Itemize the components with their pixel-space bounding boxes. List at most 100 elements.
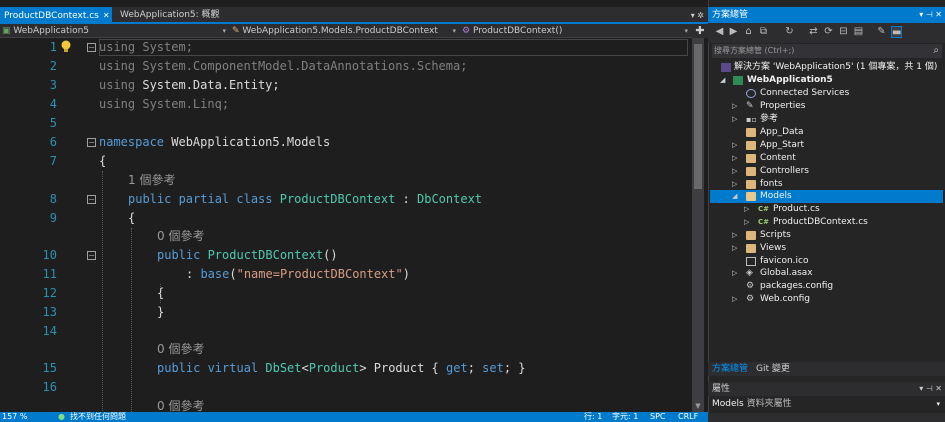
- tab-label: ProductDBContext.cs: [4, 11, 99, 21]
- tree-item-label: Properties: [760, 101, 806, 111]
- collapse-icon[interactable]: −: [87, 251, 96, 260]
- collapse-icon[interactable]: −: [87, 43, 96, 52]
- chevron-down-icon: ▾: [452, 27, 456, 35]
- properties-object-selector[interactable]: Models 資料夾屬性 ▾: [712, 398, 942, 411]
- project-icon: [733, 76, 743, 85]
- collapsed-arrow-icon[interactable]: ▷: [732, 139, 737, 152]
- collapsed-arrow-icon[interactable]: ▷: [732, 165, 737, 178]
- line-number: 14: [42, 324, 57, 338]
- code-lens-references[interactable]: 1 個參考: [128, 171, 175, 190]
- member-dropdown[interactable]: ⚙ ProductDBContext() ▾: [462, 25, 690, 37]
- show-all-files-icon[interactable]: ▤: [853, 26, 864, 38]
- project-dropdown[interactable]: ▣ WebApplication5 ▾: [2, 25, 228, 37]
- folder-icon: [746, 154, 756, 163]
- solution-explorer-toolbar: ◀ ▶ ⌂ ⧉ ↻ ⇄ ⟳ ⊟ ▤ ✎ ▬: [708, 23, 945, 43]
- whitespace-indicator[interactable]: SPC: [650, 412, 666, 422]
- switch-views-icon[interactable]: ⧉: [758, 26, 769, 38]
- back-icon[interactable]: ◀: [714, 26, 725, 38]
- collapsed-arrow-icon[interactable]: ▷: [732, 113, 737, 126]
- tree-item-references[interactable]: ▷ ▪▫ 參考: [710, 113, 943, 126]
- keyword: namespace: [99, 135, 165, 149]
- tree-item-label: Web.config: [760, 294, 811, 304]
- split-editor-icon[interactable]: ✚: [692, 24, 708, 38]
- code-line: {: [157, 286, 165, 300]
- column-indicator[interactable]: 字元: 1: [612, 412, 638, 422]
- tree-item-product-cs[interactable]: ▷ C# Product.cs: [710, 203, 943, 216]
- indent-guide: [102, 171, 103, 411]
- zoom-level[interactable]: 157 %: [2, 412, 27, 422]
- method-icon: ⚙: [462, 26, 473, 36]
- tree-item-app-data[interactable]: App_Data: [710, 126, 943, 139]
- code-line: : base("name=ProductDBContext"): [186, 265, 410, 284]
- project-icon: ▣: [2, 26, 14, 36]
- tab-solution-explorer[interactable]: 方案總管: [712, 362, 748, 376]
- window-controls[interactable]: ▾ ⊣ ✕: [919, 382, 942, 396]
- properties-icon[interactable]: ✎: [876, 26, 887, 38]
- tree-item-content[interactable]: ▷ Content: [710, 152, 943, 165]
- tree-item-packages-config[interactable]: ⚙ packages.config: [710, 280, 943, 293]
- tab-overview[interactable]: WebApplication5: 概觀: [116, 7, 220, 24]
- window-controls[interactable]: ▾ ⊣ ✕: [919, 7, 942, 23]
- code-lens-references[interactable]: 0 個參考: [157, 340, 204, 359]
- tree-item-properties[interactable]: ▷ ✎ Properties: [710, 100, 943, 113]
- tree-item-app-start[interactable]: ▷ App_Start: [710, 139, 943, 152]
- tree-item-controllers[interactable]: ▷ Controllers: [710, 165, 943, 178]
- issues-status[interactable]: 找不到任何問題: [70, 412, 126, 422]
- collapsed-arrow-icon[interactable]: ▷: [732, 293, 737, 306]
- tree-item-web-config[interactable]: ▷ ⚙ Web.config: [710, 293, 943, 306]
- tab-productdbcontext[interactable]: ProductDBContext.cs ✕: [0, 7, 112, 24]
- selected-object-name: Models: [712, 399, 744, 409]
- preview-icon[interactable]: ▬: [891, 26, 902, 38]
- code-lens-references[interactable]: 0 個參考: [157, 397, 204, 412]
- collapsed-arrow-icon[interactable]: ▷: [732, 242, 737, 255]
- namespace-name: System.Data.Entity;: [135, 78, 280, 92]
- tree-item-label: Content: [760, 153, 796, 163]
- tree-item-project[interactable]: ◢ WebApplication5: [710, 74, 943, 87]
- forward-icon[interactable]: ▶: [728, 26, 739, 38]
- line-number: 4: [49, 97, 57, 111]
- scrollbar-thumb[interactable]: [694, 44, 702, 189]
- collapsed-arrow-icon[interactable]: ▷: [732, 100, 737, 113]
- punctuation: (): [323, 248, 338, 262]
- line-indicator[interactable]: 行: 1: [584, 412, 602, 422]
- line-number: 6: [49, 135, 57, 149]
- tab-git-changes[interactable]: Git 變更: [756, 362, 790, 376]
- home-icon[interactable]: ⌂: [743, 26, 754, 38]
- history-icon[interactable]: ↻: [784, 26, 795, 38]
- collapsed-arrow-icon[interactable]: ▷: [732, 267, 737, 280]
- tree-item-models[interactable]: ◢ Models: [710, 190, 943, 203]
- class-dropdown[interactable]: ✎ WebApplication5.Models.ProductDBContex…: [232, 25, 458, 37]
- code-lens-references[interactable]: 0 個參考: [157, 227, 204, 246]
- collapse-icon[interactable]: −: [87, 195, 96, 204]
- line-ending-indicator[interactable]: CRLF: [678, 412, 698, 422]
- collapsed-arrow-icon[interactable]: ▷: [744, 203, 749, 216]
- close-icon[interactable]: ✕: [103, 7, 110, 24]
- collapse-all-icon[interactable]: ⊟: [838, 26, 849, 38]
- tab-list-dropdown-icon[interactable]: ▾ ✲: [691, 7, 704, 24]
- code-editor[interactable]: 1 2 3 4 5 6 7 8 9 10 11 12 13 14 15 16 −…: [0, 38, 692, 412]
- line-number: 7: [49, 154, 57, 168]
- expanded-arrow-icon[interactable]: ◢: [720, 74, 725, 87]
- tree-item-scripts[interactable]: ▷ Scripts: [710, 229, 943, 242]
- collapse-icon[interactable]: −: [87, 138, 96, 147]
- code-line: using System;: [99, 38, 193, 57]
- tree-item-views[interactable]: ▷ Views: [710, 242, 943, 255]
- tree-item-global-asax[interactable]: ▷ ◈ Global.asax: [710, 267, 943, 280]
- tree-item-connected-services[interactable]: Connected Services: [710, 87, 943, 100]
- lightbulb-icon[interactable]: [60, 40, 72, 54]
- collapsed-arrow-icon[interactable]: ▷: [744, 216, 749, 229]
- tree-item-solution[interactable]: 解決方案 'WebApplication5' (1 個專案，共 1 個): [710, 61, 943, 74]
- refresh-icon[interactable]: ⟳: [823, 26, 834, 38]
- code-line: }: [157, 305, 165, 319]
- code-line: using System.ComponentModel.DataAnnotati…: [99, 57, 467, 76]
- scroll-down-icon[interactable]: ▼: [692, 402, 704, 412]
- expanded-arrow-icon[interactable]: ◢: [732, 190, 737, 203]
- solution-search-input[interactable]: 搜尋方案總管 (Ctrl+;) ⌕: [712, 44, 942, 58]
- tree-item-productdbcontext-cs[interactable]: ▷ C# ProductDBContext.cs: [710, 216, 943, 229]
- sync-icon[interactable]: ⇄: [808, 26, 819, 38]
- collapsed-arrow-icon[interactable]: ▷: [732, 229, 737, 242]
- keyword: using: [99, 40, 136, 54]
- keyword: public: [157, 248, 208, 262]
- collapsed-arrow-icon[interactable]: ▷: [732, 152, 737, 165]
- line-number: 1: [49, 40, 57, 54]
